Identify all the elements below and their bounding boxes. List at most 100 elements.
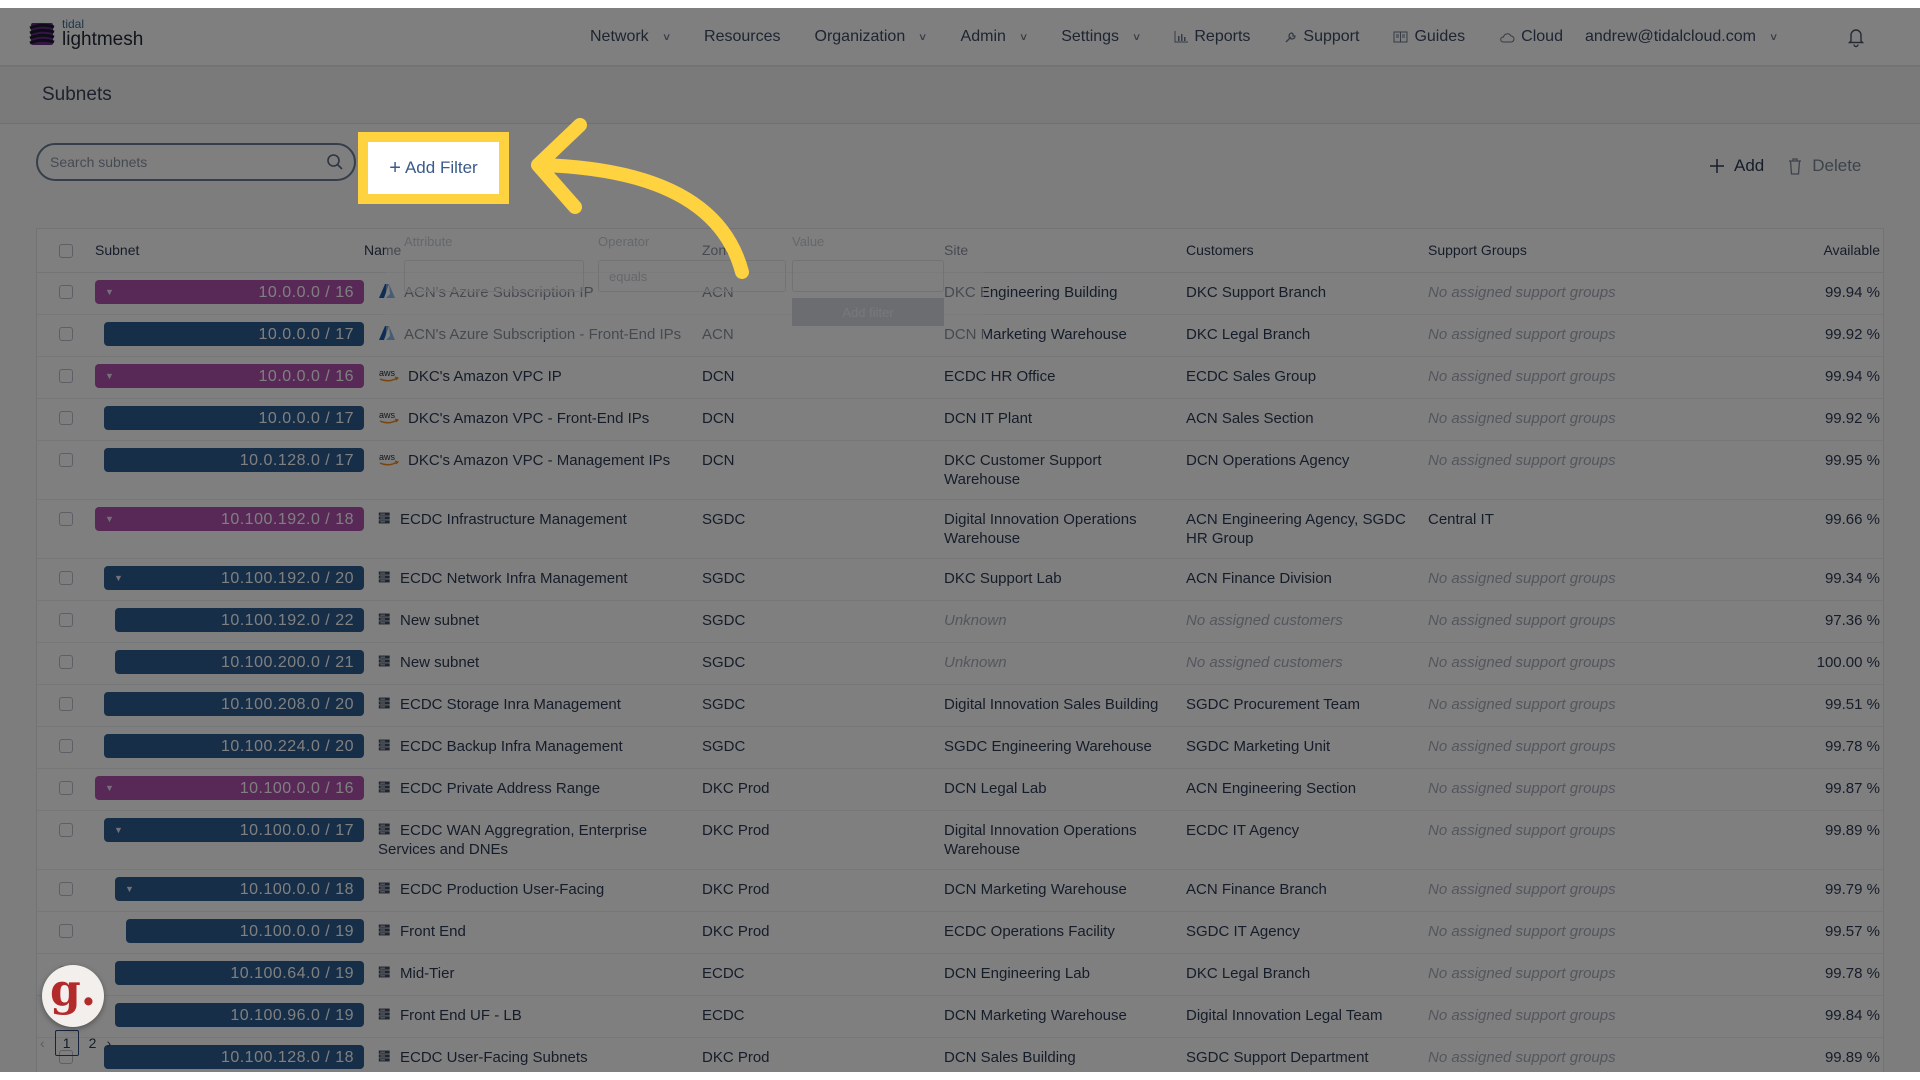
- subnet-badge[interactable]: 10.0.0.0 / 17: [104, 406, 364, 430]
- subnet-name[interactable]: ECDC Network Infra Management: [400, 570, 628, 587]
- expand-caret-icon[interactable]: ▼: [105, 510, 114, 529]
- subnet-name[interactable]: ECDC Private Address Range: [400, 780, 600, 797]
- subnet-name[interactable]: ECDC Production User-Facing: [400, 881, 604, 898]
- col-subnet[interactable]: Subnet: [95, 241, 364, 260]
- row-checkbox[interactable]: [59, 453, 73, 467]
- table-row[interactable]: 10.100.208.0 / 20 ECDC Storage Inra Manag…: [37, 685, 1883, 727]
- table-row[interactable]: 10.100.200.0 / 21 New subnet SGDC Unknown No…: [37, 643, 1883, 685]
- expand-caret-icon[interactable]: ▼: [114, 821, 123, 840]
- subnet-badge[interactable]: 10.0.128.0 / 17: [104, 448, 364, 472]
- row-checkbox[interactable]: [59, 571, 73, 585]
- col-available[interactable]: Available: [1788, 241, 1880, 260]
- row-checkbox[interactable]: [59, 411, 73, 425]
- subnet-name[interactable]: ECDC Backup Infra Management: [400, 738, 623, 755]
- nav-network[interactable]: Network ∨: [590, 28, 671, 46]
- subnet-badge[interactable]: ▼ 10.100.192.0 / 20: [104, 566, 364, 590]
- subnet-badge[interactable]: 10.100.128.0 / 18: [104, 1045, 364, 1069]
- nav-reports[interactable]: Reports: [1174, 28, 1250, 46]
- table-row[interactable]: 10.0.0.0 / 17 aws DKC's Amazon VPC - Front…: [37, 399, 1883, 441]
- expand-caret-icon[interactable]: ▼: [114, 569, 123, 588]
- subnet-name[interactable]: New subnet: [400, 654, 479, 671]
- row-checkbox[interactable]: [59, 781, 73, 795]
- subnet-badge[interactable]: 10.100.200.0 / 21: [115, 650, 364, 674]
- table-row[interactable]: 10.100.192.0 / 22 New subnet SGDC Unknown No…: [37, 601, 1883, 643]
- customers-cell: ECDC Sales Group: [1186, 368, 1317, 385]
- table-row[interactable]: 10.100.64.0 / 19 Mid-Tier ECDC DCN Engineer…: [37, 954, 1883, 996]
- expand-caret-icon[interactable]: ▼: [105, 367, 114, 386]
- select-all-checkbox[interactable]: [59, 243, 73, 258]
- table-row[interactable]: 10.100.0.0 / 19 Front End DKC Prod ECDC Ope…: [37, 912, 1883, 954]
- table-row[interactable]: 10.100.96.0 / 19 Front End UF - LB ECDC DCN…: [37, 996, 1883, 1038]
- user-menu[interactable]: andrew@tidalcloud.com ∨: [1585, 28, 1778, 46]
- row-checkbox[interactable]: [59, 613, 73, 627]
- add-filter-button[interactable]: + Add Filter: [368, 142, 499, 194]
- col-customers[interactable]: Customers: [1186, 241, 1428, 260]
- search-icon[interactable]: [326, 153, 344, 171]
- expand-caret-icon[interactable]: ▼: [125, 880, 134, 899]
- nav-guides[interactable]: Guides: [1393, 28, 1465, 46]
- row-checkbox[interactable]: [59, 327, 73, 341]
- subnet-name[interactable]: DKC's Amazon VPC - Management IPs: [408, 452, 670, 469]
- subnet-name[interactable]: DKC's Amazon VPC - Front-End IPs: [408, 410, 649, 427]
- subnet-badge[interactable]: 10.100.0.0 / 19: [126, 919, 364, 943]
- table-row[interactable]: 10.100.224.0 / 20 ECDC Backup Infra Manag…: [37, 727, 1883, 769]
- subnet-badge[interactable]: 10.100.224.0 / 20: [104, 734, 364, 758]
- subnet-name[interactable]: ECDC Storage Inra Management: [400, 696, 621, 713]
- subnet-name[interactable]: Front End: [400, 923, 466, 940]
- expand-caret-icon[interactable]: ▼: [105, 779, 114, 798]
- subnet-badge[interactable]: ▼ 10.100.0.0 / 18: [115, 877, 364, 901]
- add-subnet-button[interactable]: Add: [1710, 156, 1764, 176]
- page-1[interactable]: 1: [54, 1030, 79, 1056]
- table-row[interactable]: ▼ 10.0.0.0 / 16 aws DKC's Amazon VPC IP DCN E…: [37, 357, 1883, 399]
- row-checkbox[interactable]: [59, 882, 73, 896]
- subnet-name[interactable]: ECDC Infrastructure Management: [400, 511, 627, 528]
- col-support-groups[interactable]: Support Groups: [1428, 241, 1788, 260]
- subnet-name[interactable]: Front End UF - LB: [400, 1007, 522, 1024]
- nav-settings[interactable]: Settings ∨: [1061, 28, 1141, 46]
- add-filter-submit-button[interactable]: Add filter: [792, 298, 944, 326]
- row-checkbox[interactable]: [59, 924, 73, 938]
- subnet-badge[interactable]: 10.100.64.0 / 19: [115, 961, 364, 985]
- page-2[interactable]: 2: [89, 1035, 97, 1051]
- search-input[interactable]: [38, 145, 308, 179]
- delete-subnet-button[interactable]: Delete: [1788, 156, 1861, 176]
- table-row[interactable]: ▼ 10.100.0.0 / 16 ECDC Private Address Ran…: [37, 769, 1883, 811]
- next-page-icon[interactable]: ›: [106, 1035, 111, 1051]
- nav-resources[interactable]: Resources: [704, 28, 780, 46]
- table-row[interactable]: ▼ 10.100.192.0 / 18 ECDC Infrastructure Ma…: [37, 500, 1883, 559]
- subnet-badge[interactable]: ▼ 10.100.192.0 / 18: [95, 507, 364, 531]
- row-checkbox[interactable]: [59, 512, 73, 526]
- subnet-name[interactable]: ECDC User-Facing Subnets: [400, 1049, 588, 1066]
- table-row[interactable]: ▼ 10.100.0.0 / 17 ECDC WAN Aggregration, E…: [37, 811, 1883, 870]
- nav-support[interactable]: Support: [1284, 28, 1359, 46]
- expand-caret-icon[interactable]: ▼: [105, 283, 114, 302]
- notifications-bell-icon[interactable]: [1846, 26, 1866, 48]
- subnet-name[interactable]: ECDC WAN Aggregration, Enterprise Servic…: [378, 822, 647, 858]
- row-checkbox[interactable]: [59, 823, 73, 837]
- row-checkbox[interactable]: [59, 739, 73, 753]
- row-checkbox[interactable]: [59, 697, 73, 711]
- subnet-name[interactable]: New subnet: [400, 612, 479, 629]
- subnet-badge[interactable]: ▼ 10.100.0.0 / 16: [95, 776, 364, 800]
- subnet-badge[interactable]: 10.100.208.0 / 20: [104, 692, 364, 716]
- subnet-badge[interactable]: 10.100.96.0 / 19: [115, 1003, 364, 1027]
- value-input[interactable]: [792, 260, 944, 292]
- subnet-badge[interactable]: 10.100.192.0 / 22: [115, 608, 364, 632]
- nav-admin[interactable]: Admin ∨: [961, 28, 1029, 46]
- subnet-badge[interactable]: 10.0.0.0 / 17: [104, 322, 364, 346]
- row-checkbox[interactable]: [59, 285, 73, 299]
- prev-page-icon[interactable]: ‹: [40, 1035, 45, 1051]
- table-row[interactable]: ▼ 10.100.0.0 / 18 ECDC Production User-Fac…: [37, 870, 1883, 912]
- table-row[interactable]: 10.0.128.0 / 17 aws DKC's Amazon VPC - Man…: [37, 441, 1883, 500]
- row-checkbox[interactable]: [59, 369, 73, 383]
- nav-organization[interactable]: Organization ∨: [815, 28, 928, 46]
- subnet-name[interactable]: DKC's Amazon VPC IP: [408, 368, 562, 385]
- logo[interactable]: tidal lightmesh: [28, 18, 143, 49]
- subnet-badge[interactable]: ▼ 10.100.0.0 / 17: [104, 818, 364, 842]
- subnet-badge[interactable]: ▼ 10.0.0.0 / 16: [95, 280, 364, 304]
- subnet-badge[interactable]: ▼ 10.0.0.0 / 16: [95, 364, 364, 388]
- nav-cloud[interactable]: Cloud: [1499, 28, 1563, 46]
- subnet-name[interactable]: Mid-Tier: [400, 965, 454, 982]
- row-checkbox[interactable]: [59, 655, 73, 669]
- table-row[interactable]: ▼ 10.100.192.0 / 20 ECDC Network Infra Man…: [37, 559, 1883, 601]
